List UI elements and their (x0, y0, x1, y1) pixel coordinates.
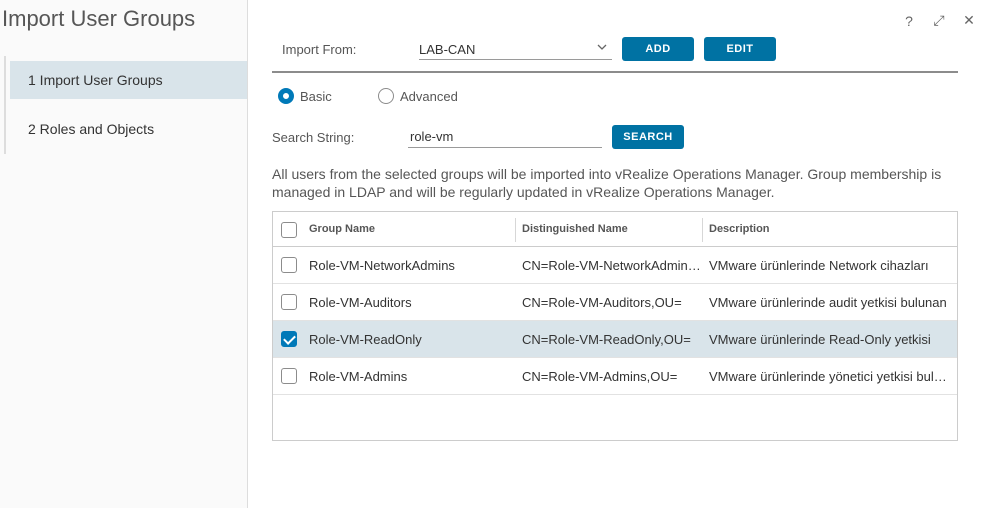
table-row[interactable]: Role-VM-NetworkAdmins CN=Role-VM-Network… (273, 247, 957, 284)
table-row[interactable]: Role-VM-ReadOnly CN=Role-VM-ReadOnly,OU=… (273, 321, 957, 358)
add-button[interactable]: ADD (622, 37, 694, 61)
column-header-description[interactable]: Description (709, 223, 951, 235)
expand-icon[interactable]: ⤢ (930, 12, 948, 29)
column-header-distinguished-name[interactable]: Distinguished Name (522, 223, 702, 235)
groups-grid: Group Name Distinguished Name Descriptio… (272, 211, 958, 441)
column-header-group-name[interactable]: Group Name (309, 223, 509, 235)
distinguished-name-cell: CN=Role-VM-ReadOnly,OU= (522, 332, 691, 347)
group-name-cell: Role-VM-ReadOnly (309, 332, 422, 347)
radio-advanced-label: Advanced (400, 88, 458, 104)
wizard-sidebar: Import User Groups 1 Import User Groups … (0, 0, 248, 508)
divider (272, 71, 958, 73)
description-cell: VMware ürünlerinde yönetici yetkisi bulu… (709, 369, 951, 384)
table-row[interactable]: Role-VM-Admins CN=Role-VM-Admins,OU= VMw… (273, 358, 957, 395)
distinguished-name-cell: CN=Role-VM-NetworkAdmins,OU= (522, 258, 702, 273)
row-checkbox[interactable] (281, 331, 297, 347)
edit-button[interactable]: EDIT (704, 37, 776, 61)
radio-basic-label: Basic (300, 88, 332, 104)
group-name-cell: Role-VM-Auditors (309, 295, 412, 310)
table-row[interactable]: Role-VM-Auditors CN=Role-VM-Auditors,OU=… (273, 284, 957, 321)
info-text: All users from the selected groups will … (272, 166, 942, 200)
group-name-cell: Role-VM-Admins (309, 369, 408, 384)
group-name-cell: Role-VM-NetworkAdmins (309, 258, 455, 273)
radio-advanced-indicator[interactable] (378, 88, 394, 104)
close-icon[interactable]: ✕ (960, 12, 978, 29)
row-checkbox[interactable] (281, 257, 297, 273)
search-string-label: Search String: (272, 130, 355, 145)
step-import-user-groups[interactable]: 1 Import User Groups (10, 61, 247, 99)
grid-header: Group Name Distinguished Name Descriptio… (273, 212, 957, 247)
import-from-label: Import From: (282, 42, 357, 57)
wizard-title: Import User Groups (2, 6, 196, 31)
select-all-checkbox[interactable] (281, 222, 297, 238)
help-icon[interactable]: ? (900, 13, 918, 29)
step-roles-and-objects[interactable]: 2 Roles and Objects (10, 110, 247, 148)
distinguished-name-cell: CN=Role-VM-Admins,OU= (522, 369, 678, 384)
chevron-down-icon (597, 44, 607, 50)
radio-advanced[interactable]: Advanced (378, 88, 458, 104)
radio-basic[interactable]: Basic (278, 88, 332, 104)
description-cell: VMware ürünlerinde Network cihazları (709, 258, 929, 273)
window-controls: ? ⤢ ✕ (900, 12, 978, 29)
import-from-value: LAB-CAN (419, 42, 476, 57)
search-input[interactable] (408, 126, 602, 148)
row-checkbox[interactable] (281, 368, 297, 384)
distinguished-name-cell: CN=Role-VM-Auditors,OU= (522, 295, 682, 310)
row-checkbox[interactable] (281, 294, 297, 310)
description-cell: VMware ürünlerinde audit yetkisi bulunan (709, 295, 947, 310)
column-divider[interactable] (702, 218, 703, 242)
radio-basic-indicator[interactable] (278, 88, 294, 104)
import-from-select[interactable]: LAB-CAN (419, 38, 612, 60)
column-divider[interactable] (515, 218, 516, 242)
description-cell: VMware ürünlerinde Read-Only yetkisi (709, 332, 931, 347)
search-button[interactable]: SEARCH (612, 125, 684, 149)
wizard-steps: 1 Import User Groups 2 Roles and Objects (4, 56, 247, 154)
